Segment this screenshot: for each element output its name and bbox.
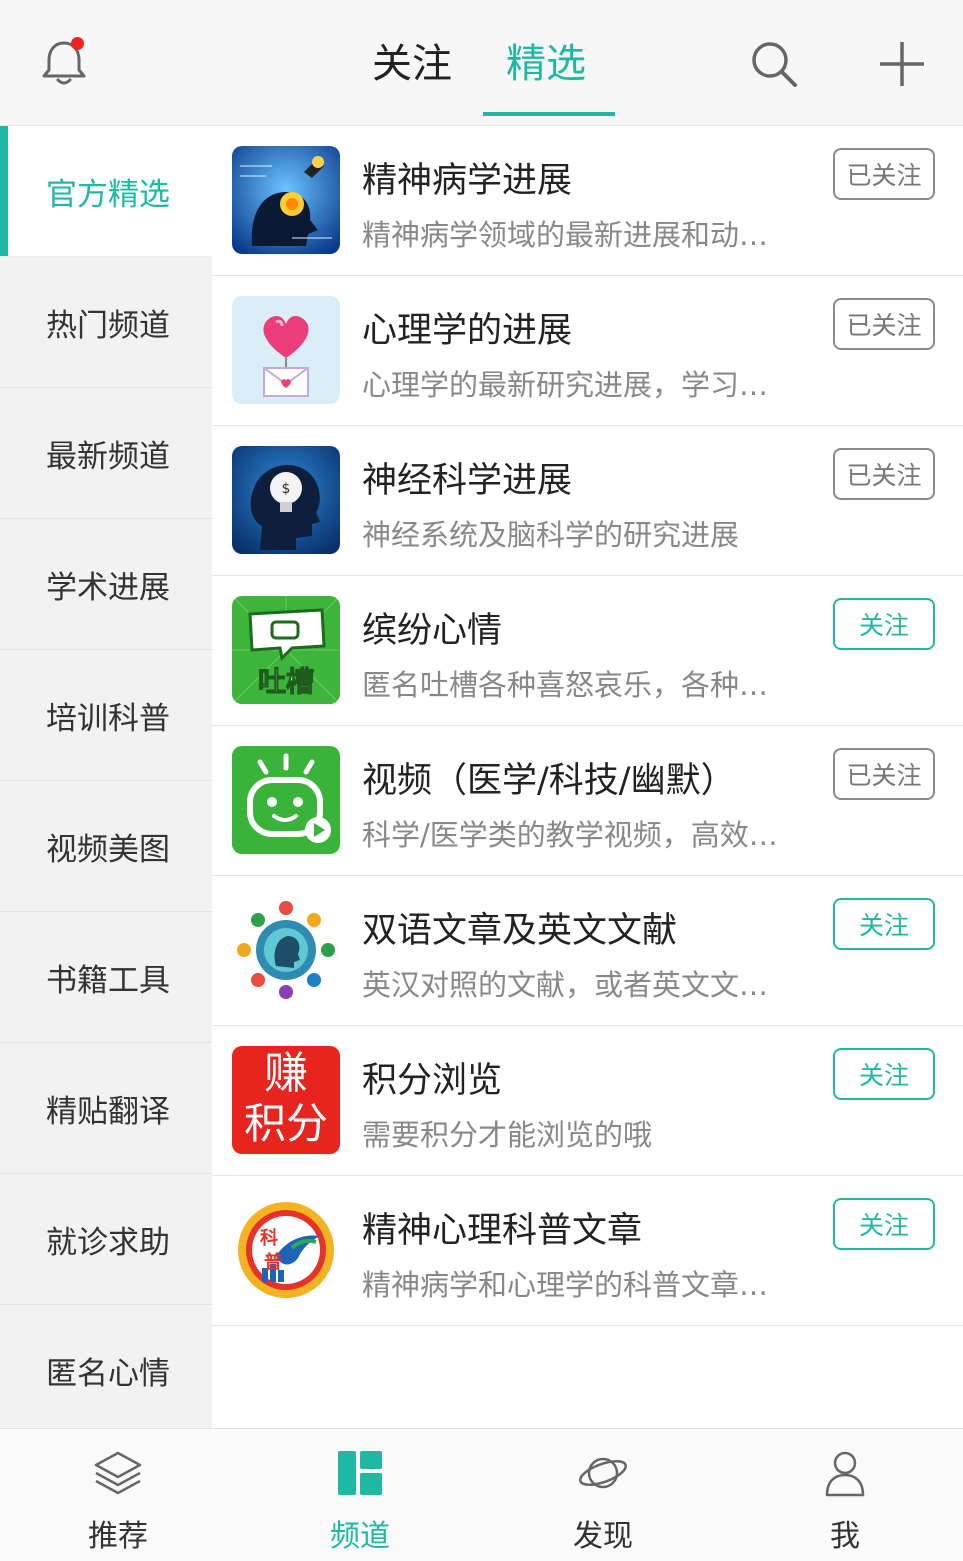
- thumb-text: 吐槽: [257, 665, 314, 699]
- channel-title: 积分浏览: [362, 1061, 503, 1101]
- earn-points-thumb: 赚 积分: [232, 1046, 340, 1154]
- list-item[interactable]: 心理学的进展 心理学的最新研究进展，学习… 已关注: [212, 276, 963, 426]
- tab-follow[interactable]: 关注: [372, 36, 452, 92]
- sidebar-item-training[interactable]: 培训科普: [0, 650, 212, 781]
- sidebar-item-anonymous-mood[interactable]: 匿名心情: [0, 1305, 212, 1436]
- follow-button[interactable]: 关注: [833, 1198, 935, 1250]
- svg-text:$: $: [282, 481, 291, 497]
- sidebar-item-academic[interactable]: 学术进展: [0, 519, 212, 650]
- sidebar-item-books-tools[interactable]: 书籍工具: [0, 912, 212, 1043]
- channel-title: 心理学的进展: [362, 311, 573, 351]
- channel-title: 缤纷心情: [362, 611, 503, 651]
- channel-title: 精神心理科普文章: [362, 1211, 643, 1251]
- heart-envelope-thumb: [232, 296, 340, 404]
- sidebar-item-new-channels[interactable]: 最新频道: [0, 388, 212, 519]
- nav-channels[interactable]: 频道: [280, 1429, 440, 1561]
- bottom-nav: 推荐 频道 发现 我: [0, 1428, 963, 1561]
- nav-label: 发现: [573, 1519, 633, 1554]
- sidebar-item-hot-channels[interactable]: 热门频道: [0, 257, 212, 388]
- list-item[interactable]: 精神病学进展 精神病学领域的最新进展和动… 已关注: [212, 126, 963, 276]
- thumb-text: 普: [264, 1252, 282, 1273]
- sidebar-item-video-images[interactable]: 视频美图: [0, 781, 212, 912]
- followed-button[interactable]: 已关注: [833, 148, 935, 200]
- sidebar-item-medical-help[interactable]: 就诊求助: [0, 1174, 212, 1305]
- tv-face-thumb: [232, 746, 340, 854]
- list-item[interactable]: $ 神经科学进展 神经系统及脑科学的研究进展 已关注: [212, 426, 963, 576]
- nav-label: 频道: [330, 1519, 390, 1554]
- follow-button[interactable]: 关注: [833, 898, 935, 950]
- top-bar: 关注 精选: [0, 0, 963, 126]
- channel-grid-icon: [338, 1451, 382, 1495]
- channel-title: 视频（医学/科技/幽默）: [362, 761, 736, 801]
- globe-ring-thumb: [232, 896, 340, 1004]
- channel-title: 神经科学进展: [362, 461, 573, 501]
- channel-desc: 精神病学和心理学的科普文章…: [362, 1268, 769, 1302]
- category-sidebar: 官方精选 热门频道 最新频道 学术进展 培训科普 视频美图 书籍工具 精贴翻译 …: [0, 126, 212, 1436]
- kepu-bird-thumb: 科 普: [232, 1196, 340, 1304]
- notification-dot: [71, 37, 84, 50]
- followed-button[interactable]: 已关注: [833, 448, 935, 500]
- list-item[interactable]: 视频（医学/科技/幽默） 科学/医学类的教学视频，高效… 已关注: [212, 726, 963, 876]
- channel-title: 精神病学进展: [362, 161, 573, 201]
- channel-desc: 神经系统及脑科学的研究进展: [362, 518, 740, 552]
- followed-button[interactable]: 已关注: [833, 748, 935, 800]
- followed-button[interactable]: 已关注: [833, 298, 935, 350]
- nav-label: 我: [830, 1519, 860, 1554]
- follow-button[interactable]: 关注: [833, 598, 935, 650]
- nav-recommend[interactable]: 推荐: [38, 1429, 198, 1561]
- list-item[interactable]: 科 普 精神心理科普文章 精神病学和心理学的科普文章… 关注: [212, 1176, 963, 1326]
- channel-desc: 匿名吐槽各种喜怒哀乐，各种…: [362, 668, 769, 702]
- channel-desc: 精神病学领域的最新进展和动…: [362, 218, 769, 252]
- layers-icon: [94, 1451, 142, 1495]
- nav-me[interactable]: 我: [765, 1429, 925, 1561]
- plus-icon[interactable]: [876, 38, 928, 90]
- tab-featured[interactable]: 精选: [506, 36, 586, 92]
- channel-desc: 科学/医学类的教学视频，高效…: [362, 818, 778, 852]
- channel-desc: 心理学的最新研究进展，学习…: [362, 368, 769, 402]
- channel-desc: 英汉对照的文献，或者英文文…: [362, 968, 769, 1002]
- planet-icon: [578, 1457, 628, 1489]
- thumb-text: 赚: [264, 1048, 308, 1099]
- list-item[interactable]: 吐槽 缤纷心情 匿名吐槽各种喜怒哀乐，各种… 关注: [212, 576, 963, 726]
- thumb-text: 积分: [243, 1099, 328, 1148]
- brain-gear-thumb: [232, 146, 340, 254]
- head-bulb-thumb: $: [232, 446, 340, 554]
- person-icon: [825, 1451, 865, 1497]
- sidebar-item-official-picks[interactable]: 官方精选: [0, 126, 212, 257]
- channel-desc: 需要积分才能浏览的哦: [362, 1118, 653, 1152]
- thumb-text: 科: [260, 1228, 278, 1249]
- tucao-thumb: 吐槽: [232, 596, 340, 704]
- channel-title: 双语文章及英文文献: [362, 911, 678, 951]
- nav-discover[interactable]: 发现: [523, 1429, 683, 1561]
- list-item[interactable]: 双语文章及英文文献 英汉对照的文献，或者英文文… 关注: [212, 876, 963, 1026]
- active-tab-indicator: [483, 112, 615, 116]
- sidebar-item-translation[interactable]: 精贴翻译: [0, 1043, 212, 1174]
- search-icon[interactable]: [748, 38, 800, 90]
- follow-button[interactable]: 关注: [833, 1048, 935, 1100]
- list-item[interactable]: 赚 积分 积分浏览 需要积分才能浏览的哦 关注: [212, 1026, 963, 1176]
- nav-label: 推荐: [88, 1519, 148, 1554]
